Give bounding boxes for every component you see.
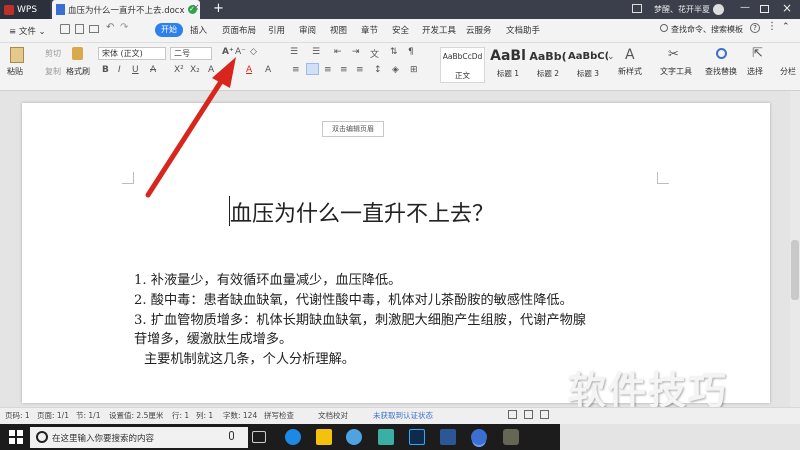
status-page-number[interactable]: 页码: 1 bbox=[5, 410, 30, 421]
word-icon[interactable] bbox=[440, 429, 456, 445]
cortana-circle-icon bbox=[36, 431, 48, 443]
taskbar-search-input[interactable]: 在这里输入你要搜索的内容 bbox=[30, 427, 248, 448]
status-setting[interactable]: 设置值: 2.5厘米 bbox=[109, 410, 163, 421]
certification-status[interactable]: 未获取到认证状态 bbox=[373, 410, 433, 421]
file-explorer-icon[interactable] bbox=[316, 429, 332, 445]
status-pages[interactable]: 页面: 1/1 bbox=[37, 410, 69, 421]
notes-app-icon[interactable] bbox=[378, 429, 394, 445]
edge-browser-icon[interactable] bbox=[285, 429, 301, 445]
status-word-count[interactable]: 字数: 124 bbox=[223, 410, 257, 421]
wps-taskbar-icon[interactable] bbox=[471, 429, 487, 445]
spell-check-button[interactable]: 拼写检查 bbox=[264, 410, 294, 421]
photoshop-icon[interactable] bbox=[409, 429, 425, 445]
status-section[interactable]: 节: 1/1 bbox=[76, 410, 100, 421]
taskbar-search-placeholder: 在这里输入你要搜索的内容 bbox=[52, 433, 155, 444]
status-row[interactable]: 行: 1 bbox=[172, 410, 189, 421]
proofread-button[interactable]: 文档校对 bbox=[318, 410, 348, 421]
microphone-icon[interactable] bbox=[229, 431, 234, 440]
task-view-icon[interactable] bbox=[252, 431, 266, 443]
status-col[interactable]: 列: 1 bbox=[196, 410, 213, 421]
windows-start-icon[interactable] bbox=[9, 430, 23, 444]
app-globe-icon[interactable] bbox=[346, 429, 362, 445]
avatar-app-icon[interactable] bbox=[503, 429, 519, 445]
view-mode-icon[interactable] bbox=[524, 410, 533, 419]
view-mode-icon[interactable] bbox=[508, 410, 517, 419]
view-mode-icon[interactable] bbox=[540, 410, 549, 419]
